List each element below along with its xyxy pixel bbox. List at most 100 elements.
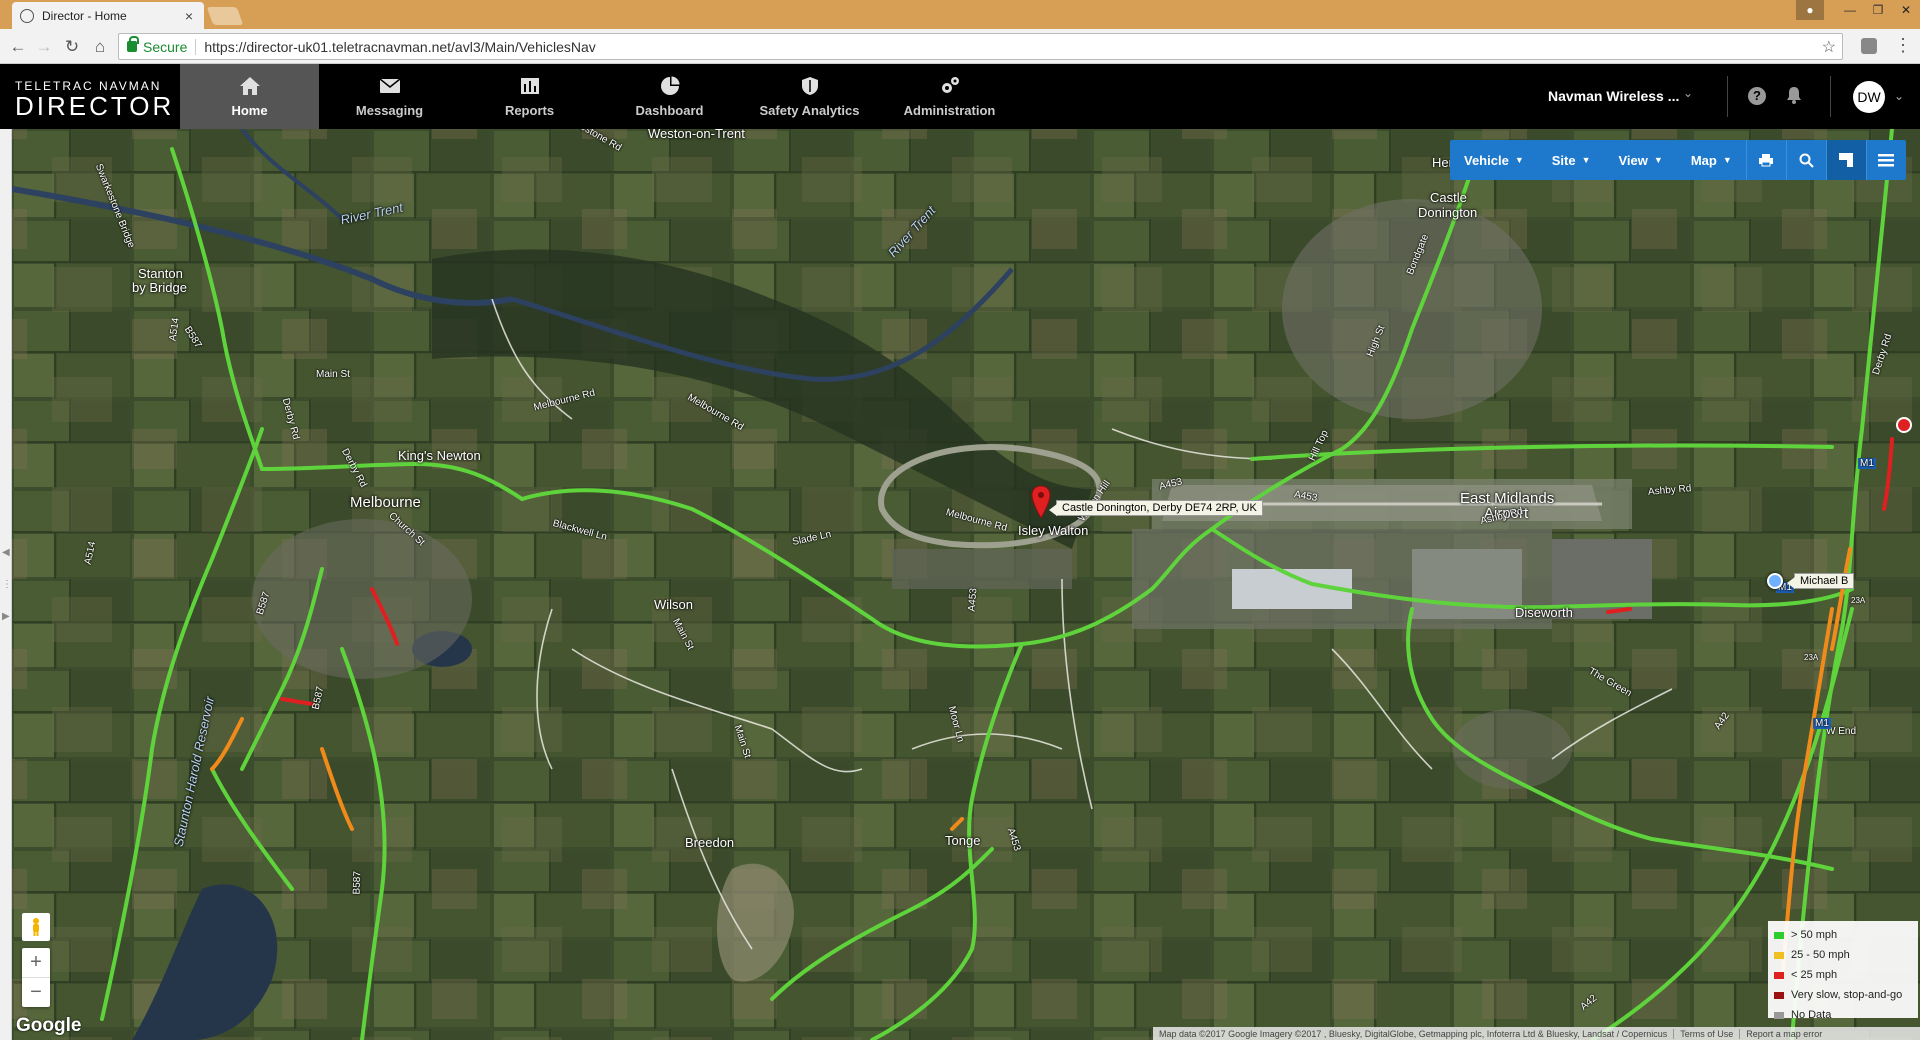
secure-label: Secure [143, 38, 197, 55]
nav-administration[interactable]: Administration [880, 64, 1019, 129]
place-isley-walton: Isley Walton [1018, 523, 1089, 538]
vehicle-marker-icon[interactable] [1767, 573, 1783, 589]
layout-icon[interactable] [1825, 140, 1866, 180]
reload-icon[interactable]: ↻ [62, 38, 82, 55]
window-controls: ● — ❐ ✕ [1796, 0, 1920, 20]
place-weston-on-trent: Weston-on-Trent [648, 129, 745, 141]
browser-menu-icon[interactable]: ⋮ [1894, 36, 1912, 54]
nav-dashboard-label: Dashboard [635, 103, 704, 118]
tab-close-icon[interactable]: × [182, 8, 196, 24]
road-closed-icon[interactable] [1896, 417, 1912, 433]
profile-icon[interactable]: ● [1796, 0, 1824, 20]
home-icon [239, 75, 261, 97]
vehicle-menu-label: Vehicle [1464, 152, 1509, 168]
nav-administration-label: Administration [903, 103, 996, 118]
attribution-text: Map data ©2017 Google Imagery ©2017 , Bl… [1159, 1028, 1668, 1039]
expand-right-icon[interactable]: ▶ [2, 611, 10, 622]
nav-home[interactable]: Home [180, 64, 319, 129]
view-menu[interactable]: View ▼ [1605, 140, 1677, 180]
google-logo: Google [16, 1015, 82, 1036]
director-logo[interactable]: TELETRAC NAVMAN DIRECTOR [15, 79, 174, 119]
terms-link[interactable]: Terms of Use [1673, 1028, 1739, 1039]
reports-icon [520, 75, 540, 97]
caret-down-icon: ▼ [1514, 155, 1524, 165]
nav-reports-label: Reports [504, 103, 555, 118]
new-tab-button[interactable] [206, 7, 244, 25]
logo-line2: DIRECTOR [15, 91, 175, 121]
legend-label: > 50 mph [1791, 929, 1838, 941]
vehicle-label[interactable]: Michael B [1786, 573, 1855, 589]
header-divider [1830, 76, 1831, 117]
legend-label: < 25 mph [1791, 969, 1838, 981]
envelope-icon [379, 75, 401, 97]
zoom-control: + − [22, 948, 50, 1007]
url-text[interactable]: https://director-uk01.teletracnavman.net… [204, 39, 1821, 55]
map-menu[interactable]: Map ▼ [1677, 140, 1746, 180]
forward-arrow-icon[interactable]: → [34, 38, 54, 55]
place-castle-donington-line1: Castle [1430, 190, 1467, 205]
side-panel-toggle[interactable]: ◀ ⋮ ▶ [0, 129, 12, 1040]
legend-swatch [1774, 951, 1784, 959]
legend-row: > 50 mph [1774, 925, 1912, 945]
chevron-down-icon[interactable]: ⌄ [1894, 89, 1904, 103]
view-menu-label: View [1618, 152, 1648, 168]
nav-messaging[interactable]: Messaging [320, 64, 459, 129]
drag-handle-icon[interactable]: ⋮ [2, 579, 12, 590]
place-wilson: Wilson [654, 597, 694, 612]
shield-icon [801, 75, 819, 97]
nav-safety-label: Safety Analytics [759, 103, 860, 118]
hamburger-menu-icon[interactable] [1865, 140, 1906, 180]
location-pin-label[interactable]: Castle Donington, Derby DE74 2RP, UK [1049, 500, 1263, 516]
print-icon[interactable] [1745, 140, 1786, 180]
minimize-icon[interactable]: — [1836, 0, 1864, 20]
street-view-pegman-icon[interactable] [22, 913, 50, 941]
site-menu[interactable]: Site ▼ [1538, 140, 1605, 180]
nav-safety-analytics[interactable]: Safety Analytics [740, 64, 879, 129]
search-icon[interactable] [1785, 140, 1826, 180]
gears-icon [939, 75, 961, 97]
restore-icon[interactable]: ❐ [1864, 0, 1892, 20]
place-diseworth: Diseworth [1515, 605, 1573, 620]
nav-home-label: Home [231, 103, 268, 118]
home-icon[interactable]: ⌂ [90, 38, 110, 55]
avatar[interactable]: DW [1853, 81, 1885, 113]
legend-row: No Data [1774, 1005, 1912, 1025]
zoom-in-button[interactable]: + [22, 948, 50, 977]
place-stanton-line2: by Bridge [132, 280, 187, 295]
nav-reports[interactable]: Reports [460, 64, 599, 129]
road-label: Main St [316, 369, 350, 380]
browser-tab-active[interactable]: Director - Home × [12, 2, 204, 29]
legend-swatch [1774, 991, 1784, 999]
collapse-left-icon[interactable]: ◀ [2, 547, 10, 558]
help-icon[interactable]: ? [1748, 87, 1766, 105]
report-error-link[interactable]: Report a map error [1739, 1028, 1828, 1039]
favicon-icon [20, 8, 34, 23]
bookmark-star-icon[interactable]: ☆ [1822, 37, 1836, 57]
vehicle-menu[interactable]: Vehicle ▼ [1450, 140, 1538, 180]
browser-tab-title: Director - Home [42, 8, 127, 23]
nav-dashboard[interactable]: Dashboard [600, 64, 739, 129]
map-view[interactable]: ◀ ⋮ ▶ Weston-on-Trent Castle Donington S… [0, 129, 1920, 1040]
satellite-imagery [12, 129, 1920, 1040]
back-arrow-icon[interactable]: ← [8, 38, 28, 55]
place-castle-donington-line2: Donington [1418, 205, 1478, 220]
extension-icon[interactable] [1861, 38, 1877, 54]
account-selector[interactable]: Navman Wireless ... [1548, 88, 1679, 104]
zoom-out-button[interactable]: − [22, 977, 50, 1006]
caret-down-icon: ▼ [1581, 155, 1591, 165]
caret-down-icon: ▼ [1653, 155, 1663, 165]
location-pin-icon[interactable] [1031, 485, 1051, 524]
legend-row: Very slow, stop-and-go [1774, 985, 1912, 1005]
place-melbourne: Melbourne [350, 494, 421, 511]
place-tonge: Tonge [945, 833, 981, 848]
legend-label: Very slow, stop-and-go [1791, 989, 1903, 1001]
header-divider [1727, 76, 1728, 117]
map-attribution: Map data ©2017 Google Imagery ©2017 , Bl… [1153, 1027, 1920, 1040]
window-close-icon[interactable]: ✕ [1892, 0, 1920, 20]
address-bar[interactable]: Secure https://director-uk01.teletracnav… [118, 33, 1843, 60]
chevron-down-icon[interactable]: ⌄ [1683, 86, 1693, 100]
junction-label: 23A [1851, 596, 1866, 605]
bell-icon[interactable] [1786, 86, 1802, 109]
legend-swatch [1774, 1011, 1784, 1019]
road-shield-m1: M1 [1858, 458, 1876, 469]
